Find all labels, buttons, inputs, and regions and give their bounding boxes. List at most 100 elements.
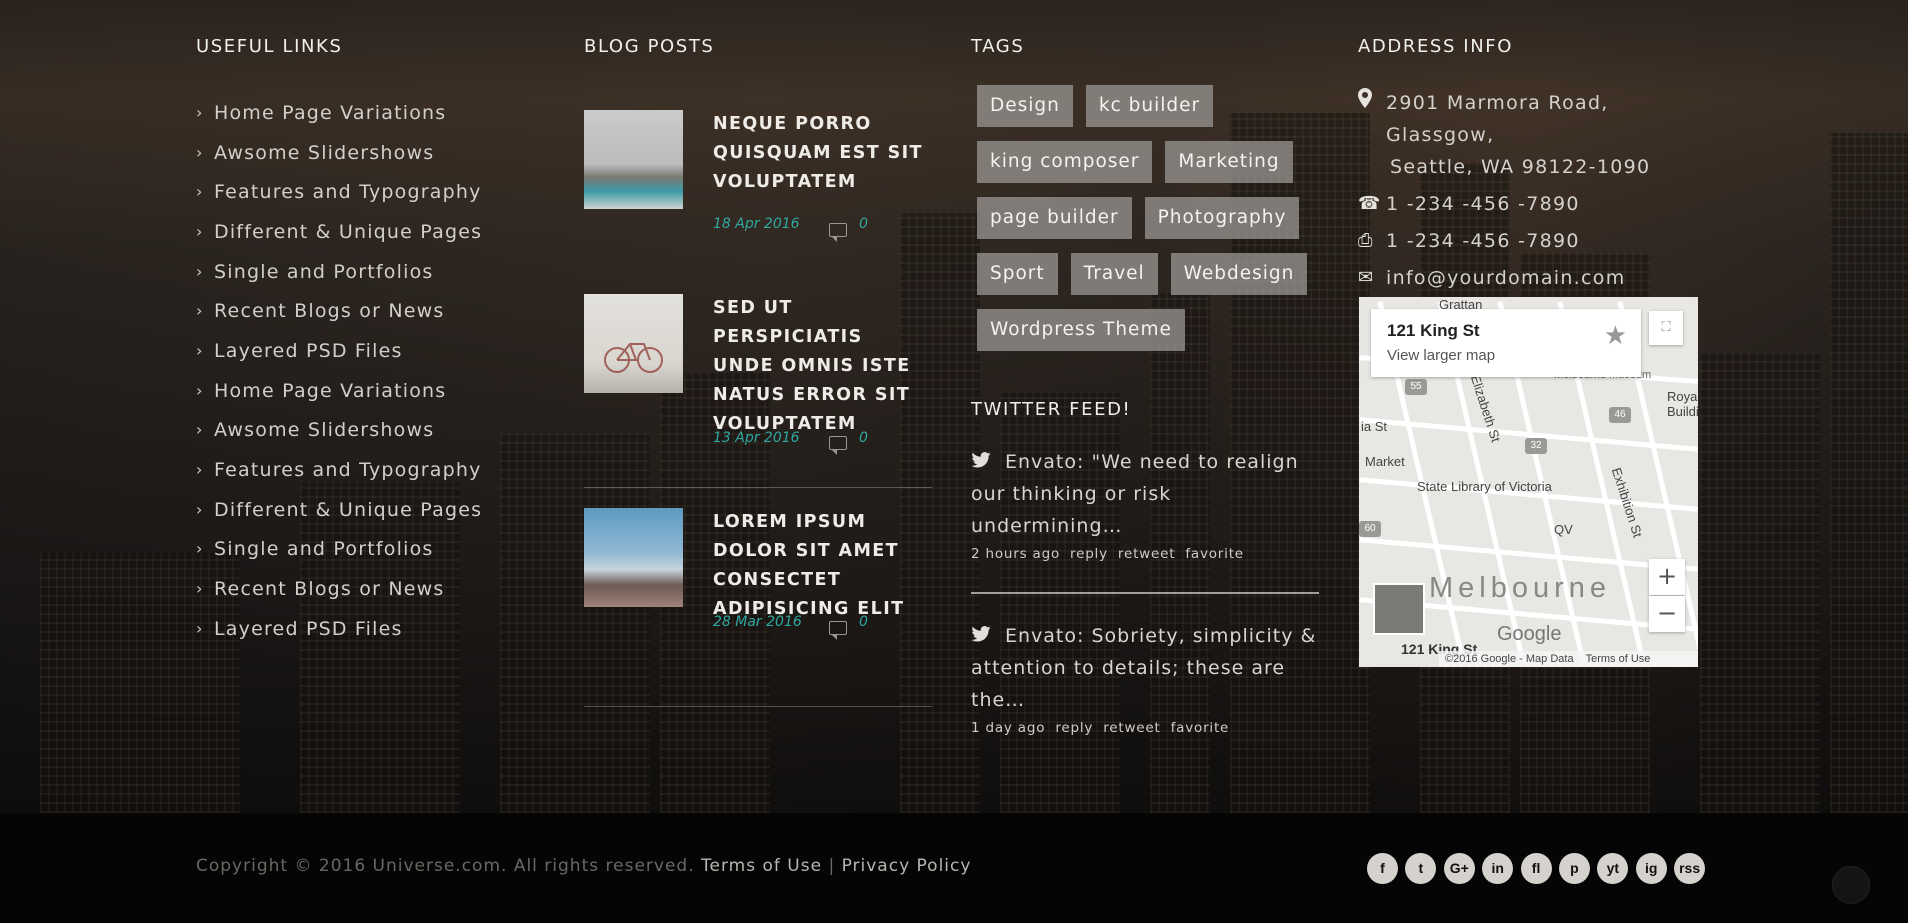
link-label[interactable]: Single and Portfolios [214, 257, 434, 287]
address-fax: ⎙ 1 -234 -456 -7890 [1358, 225, 1718, 257]
post-date: 28 Mar 2016 [713, 614, 802, 630]
privacy-policy-link[interactable]: Privacy Policy [842, 856, 972, 876]
copyright-label: Copyright © 2016 Universe.com. All right… [196, 856, 695, 876]
email-link[interactable]: info@yourdomain.com [1386, 262, 1626, 294]
rss-icon[interactable]: rss [1674, 853, 1706, 884]
post-date: 18 Apr 2016 [713, 216, 800, 232]
comment-count[interactable]: 0 [859, 216, 868, 232]
tweet-retweet[interactable]: retweet [1103, 720, 1160, 736]
chevron-right-icon: › [196, 618, 204, 638]
comment-icon [829, 223, 847, 242]
star-icon[interactable]: ★ [1604, 321, 1627, 351]
twitter-feed-title: TWITTER FEED! [971, 399, 1132, 420]
link-item[interactable]: › Home Page Variations [196, 93, 536, 133]
link-item[interactable]: › Different & Unique Pages [196, 212, 536, 252]
link-label[interactable]: Features and Typography [214, 455, 482, 485]
post-divider [584, 706, 932, 707]
chevron-right-icon: › [196, 539, 204, 559]
link-item[interactable]: › Layered PSD Files [196, 609, 536, 649]
tweet: Envato: "We need to realign our thinking… [971, 446, 1319, 562]
tweet-favorite[interactable]: favorite [1185, 546, 1244, 562]
useful-links-list: › Home Page Variations › Awsome Slidershow… [196, 93, 536, 649]
link-label[interactable]: Home Page Variations [214, 376, 446, 406]
fullscreen-icon[interactable]: ⛶ [1649, 311, 1683, 345]
tweet-divider [971, 592, 1319, 594]
link-label[interactable]: Home Page Variations [214, 98, 446, 128]
tag-webdesign[interactable]: Webdesign [1170, 253, 1308, 295]
tweet-time[interactable]: 2 hours ago [971, 546, 1060, 562]
link-label[interactable]: Different & Unique Pages [214, 217, 482, 247]
tag-travel[interactable]: Travel [1070, 253, 1158, 295]
link-label[interactable]: Layered PSD Files [214, 336, 403, 366]
comment-count[interactable]: 0 [859, 430, 868, 446]
link-label[interactable]: Awsome Slidershows [214, 415, 434, 445]
facebook-icon[interactable]: f [1367, 853, 1398, 884]
chevron-right-icon: › [196, 301, 204, 321]
tag-design[interactable]: Design [977, 85, 1073, 127]
post-title[interactable]: LOREM IPSUM DOLOR SIT AMET CONSECTET ADI… [713, 508, 928, 624]
youtube-icon[interactable]: yt [1597, 853, 1629, 884]
street-view-thumbnail[interactable] [1373, 583, 1425, 635]
pinterest-icon[interactable]: p [1558, 853, 1590, 884]
link-item[interactable]: › Different & Unique Pages [196, 490, 536, 530]
tag-page-builder[interactable]: page builder [977, 197, 1132, 239]
link-item[interactable]: › Recent Blogs or News [196, 569, 536, 609]
link-label[interactable]: Recent Blogs or News [214, 296, 444, 326]
link-label[interactable]: Layered PSD Files [214, 614, 403, 644]
tags-section: TAGS Design kc builder king composer Mar… [971, 36, 1321, 736]
zoom-in-button[interactable]: + [1649, 559, 1685, 595]
link-item[interactable]: › Layered PSD Files [196, 331, 536, 371]
zoom-out-button[interactable]: − [1649, 596, 1685, 632]
instagram-icon[interactable]: ig [1635, 853, 1667, 884]
link-item[interactable]: › Single and Portfolios [196, 530, 536, 570]
link-item[interactable]: › Home Page Variations [196, 371, 536, 411]
tag-photography[interactable]: Photography [1144, 197, 1300, 239]
link-label[interactable]: Recent Blogs or News [214, 574, 444, 604]
link-label[interactable]: Awsome Slidershows [214, 138, 434, 168]
chevron-right-icon: › [196, 499, 204, 519]
route-badge: 55 [1405, 379, 1427, 395]
link-item[interactable]: › Awsome Slidershows [196, 411, 536, 451]
twitter-icon[interactable]: t [1405, 853, 1437, 884]
link-item[interactable]: › Features and Typography [196, 450, 536, 490]
phone-number[interactable]: 1 -234 -456 -7890 [1386, 188, 1580, 220]
tag-marketing[interactable]: Marketing [1165, 141, 1293, 183]
view-larger-map-link[interactable]: View larger map [1387, 347, 1495, 364]
tweet-time[interactable]: 1 day ago [971, 720, 1045, 736]
link-label[interactable]: Features and Typography [214, 177, 482, 207]
tweet-reply[interactable]: reply [1070, 546, 1108, 562]
useful-links-section: USEFUL LINKS › Home Page Variations › Awso… [196, 36, 536, 649]
tweet-reply[interactable]: reply [1055, 720, 1093, 736]
post-thumbnail[interactable] [584, 294, 683, 393]
post-thumbnail[interactable] [584, 110, 683, 209]
post-thumbnail[interactable] [584, 508, 683, 607]
link-item[interactable]: › Single and Portfolios [196, 252, 536, 292]
back-to-top-button[interactable] [1832, 866, 1870, 904]
chevron-right-icon: › [196, 221, 204, 241]
tweet-favorite[interactable]: favorite [1171, 720, 1230, 736]
map-terms-link[interactable]: Terms of Use [1586, 653, 1651, 665]
tag-king-composer[interactable]: king composer [977, 141, 1153, 183]
tag-wordpress-theme[interactable]: Wordpress Theme [977, 309, 1185, 351]
link-item[interactable]: › Recent Blogs or News [196, 291, 536, 331]
google-plus-icon[interactable]: G+ [1443, 853, 1475, 884]
tweet-text: Envato: Sobriety, simplicity & attention… [971, 625, 1317, 711]
comment-count[interactable]: 0 [859, 614, 868, 630]
linkedin-icon[interactable]: in [1482, 853, 1514, 884]
link-item[interactable]: › Awsome Slidershows [196, 133, 536, 173]
address-phone: ☎ 1 -234 -456 -7890 [1358, 188, 1718, 220]
tweet: Envato: Sobriety, simplicity & attention… [971, 620, 1319, 736]
post-title[interactable]: SED UT PERSPICIATIS UNDE OMNIS ISTE NATU… [713, 294, 928, 439]
embedded-map[interactable]: Grattan Melbourne Museum Royal Buildi ia… [1359, 297, 1698, 667]
terms-of-use-link[interactable]: Terms of Use [701, 856, 822, 876]
bicycle-icon [604, 343, 663, 373]
link-item[interactable]: › Features and Typography [196, 172, 536, 212]
tweet-retweet[interactable]: retweet [1118, 546, 1175, 562]
route-badge: 60 [1359, 521, 1381, 537]
tag-kc-builder[interactable]: kc builder [1085, 85, 1214, 127]
post-title[interactable]: NEQUE PORRO QUISQUAM EST SIT VOLUPTATEM [713, 110, 928, 197]
tag-sport[interactable]: Sport [977, 253, 1058, 295]
link-label[interactable]: Different & Unique Pages [214, 495, 482, 525]
flickr-icon[interactable]: fl [1520, 853, 1552, 884]
link-label[interactable]: Single and Portfolios [214, 534, 434, 564]
